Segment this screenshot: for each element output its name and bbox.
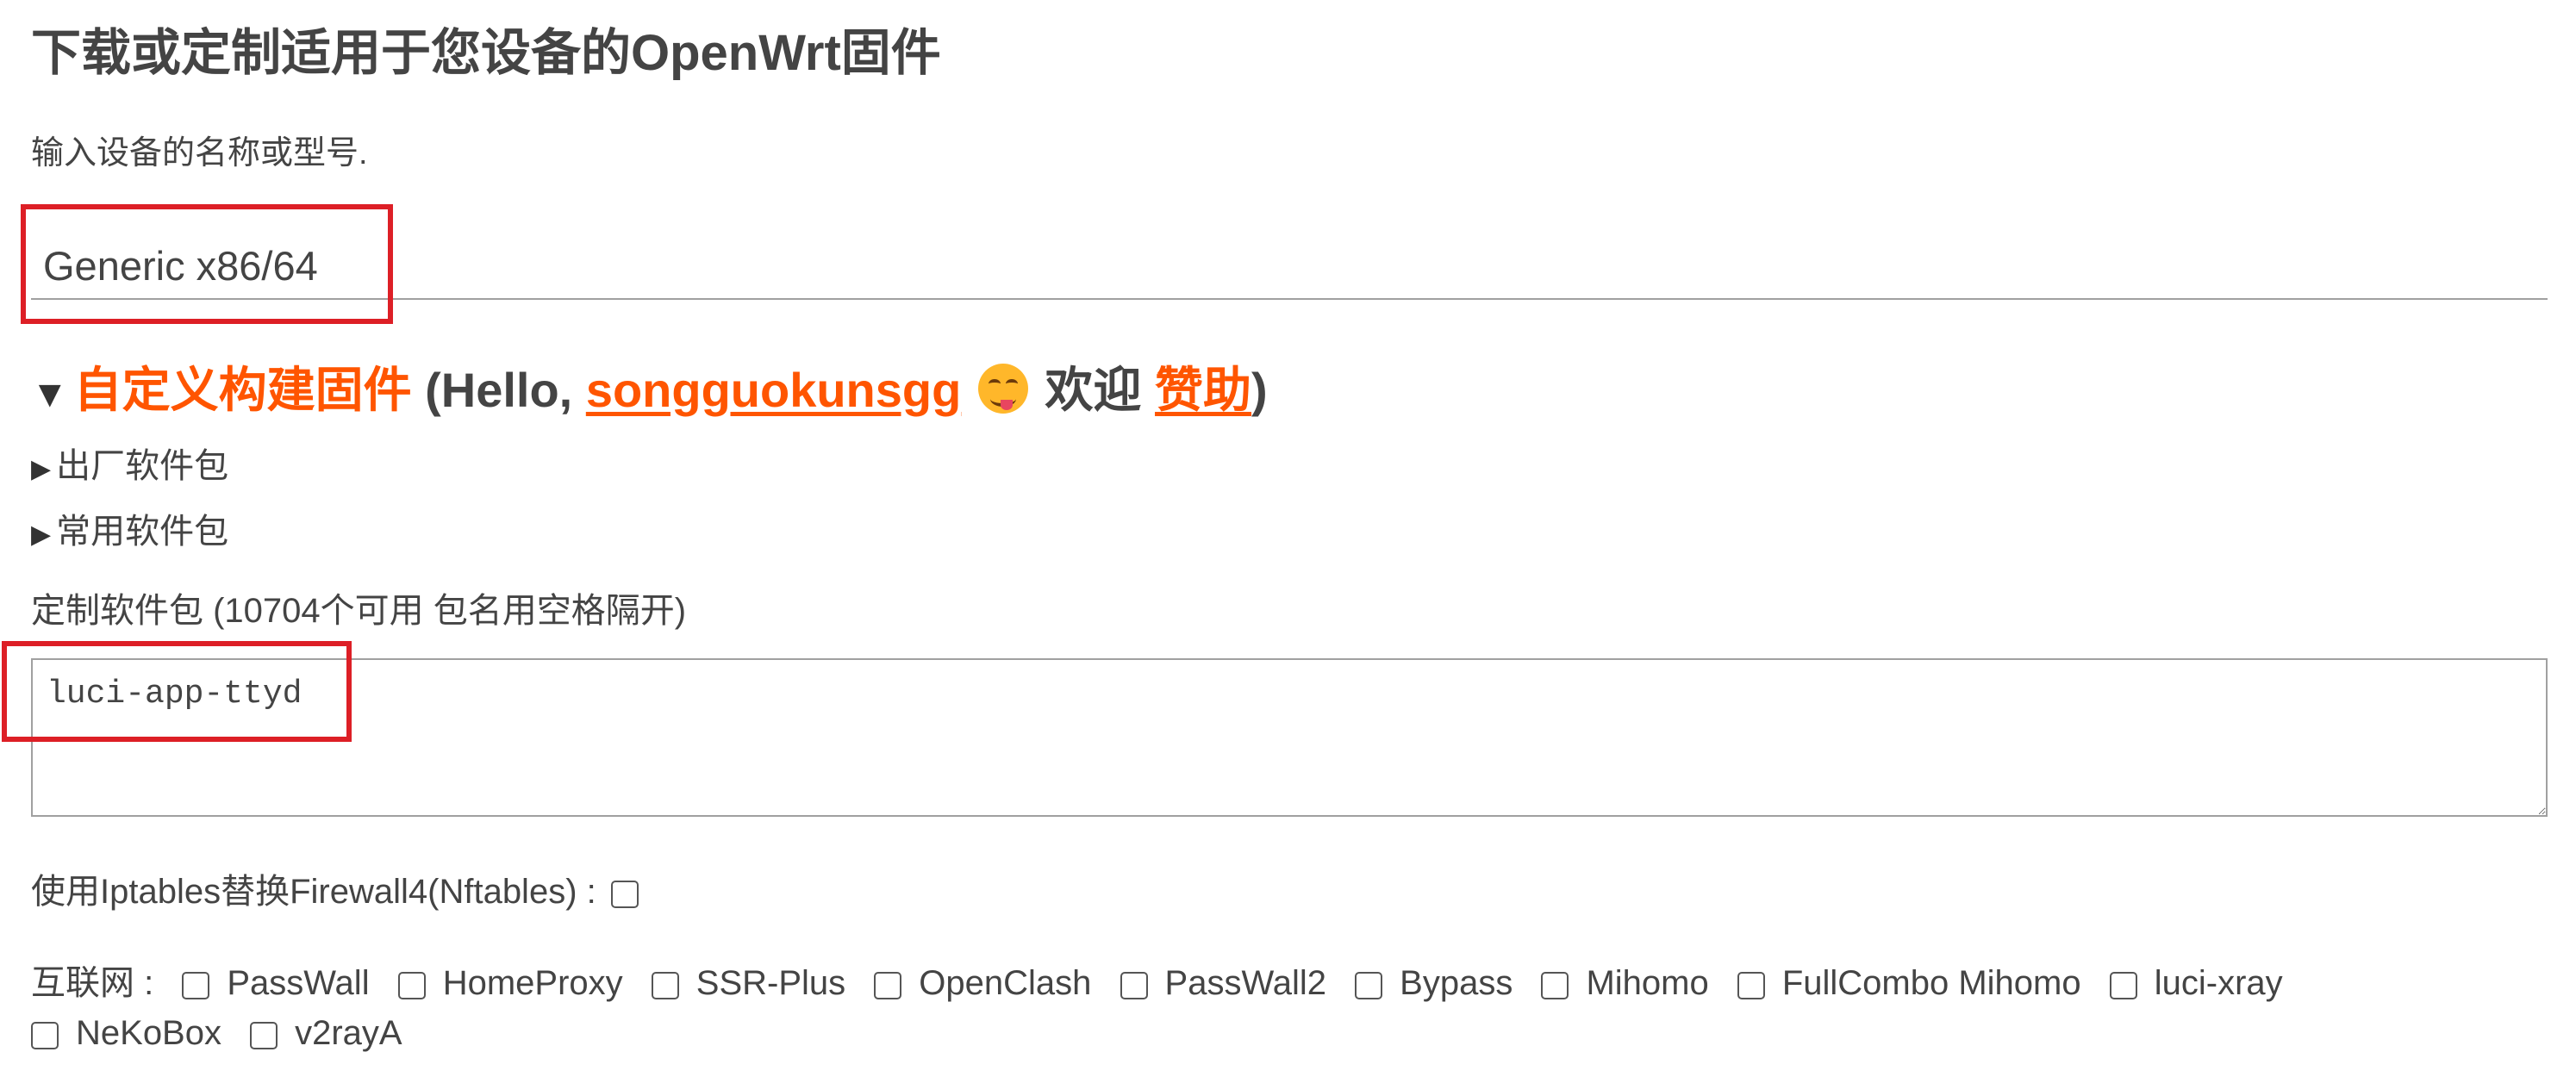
option-passwall[interactable]: PassWall bbox=[182, 958, 370, 1008]
mihomo-checkbox[interactable] bbox=[1541, 972, 1569, 999]
option-label: v2rayA bbox=[295, 1014, 402, 1052]
device-hint: 输入设备的名称或型号. bbox=[31, 135, 368, 171]
custom-build-summary[interactable]: ▼ 自定义构建固件 (Hello, songguokunsgg 欢迎 赞助) bbox=[31, 352, 1268, 421]
homeproxy-checkbox[interactable] bbox=[397, 972, 426, 999]
username-link[interactable]: songguokunsgg bbox=[586, 363, 962, 417]
common-packages-toggle[interactable]: ▶ 常用软件包 bbox=[31, 503, 228, 553]
v2raya-checkbox[interactable] bbox=[250, 1022, 278, 1049]
option-ssr-plus[interactable]: SSR-Plus bbox=[651, 958, 846, 1008]
factory-packages-toggle[interactable]: ▶ 出厂软件包 bbox=[31, 438, 228, 488]
firewall-label: 使用Iptables替换Firewall4(Nftables) : bbox=[31, 873, 596, 911]
option-label: HomeProxy bbox=[442, 964, 623, 1002]
custom-packages-textarea[interactable]: luci-app-ttyd bbox=[31, 658, 2548, 817]
triangle-right-icon: ▶ bbox=[31, 520, 52, 549]
custom-build-heading: 自定义构建固件 bbox=[73, 363, 412, 417]
luci-xray-checkbox[interactable] bbox=[2109, 972, 2137, 999]
ssr-plus-checkbox[interactable] bbox=[651, 972, 679, 999]
passwall-checkbox[interactable] bbox=[182, 972, 210, 999]
option-fullcombo-mihomo[interactable]: FullCombo Mihomo bbox=[1737, 958, 2081, 1008]
option-label: FullCombo Mihomo bbox=[1781, 964, 2081, 1002]
option-label: luci-xray bbox=[2154, 964, 2283, 1002]
option-label: Bypass bbox=[1400, 964, 1513, 1002]
greeting-prefix: (Hello, bbox=[425, 363, 573, 417]
option-v2raya[interactable]: v2rayA bbox=[250, 1008, 402, 1058]
firewall-option: 使用Iptables替换Firewall4(Nftables) : bbox=[31, 863, 639, 913]
welcome-text: 欢迎 bbox=[1045, 363, 1142, 417]
triangle-right-icon: ▶ bbox=[31, 455, 52, 483]
option-mihomo[interactable]: Mihomo bbox=[1541, 958, 1709, 1008]
option-nekobox[interactable]: NeKoBox bbox=[31, 1008, 221, 1058]
device-search-input[interactable] bbox=[31, 233, 2548, 300]
option-label: PassWall bbox=[227, 964, 370, 1002]
page-title: 下载或定制适用于您设备的OpenWrt固件 bbox=[31, 25, 941, 81]
option-label: OpenClash bbox=[919, 964, 1092, 1002]
custom-packages-label: 定制软件包 (10704个可用 包名用空格隔开) bbox=[31, 592, 687, 630]
option-label: SSR-Plus bbox=[695, 964, 846, 1002]
internet-label: 互联网 : bbox=[31, 964, 154, 1002]
option-label: NeKoBox bbox=[76, 1014, 221, 1052]
internet-options: 互联网 : PassWall HomeProxy SSR-Plus OpenCl… bbox=[31, 958, 2496, 1058]
triangle-down-icon: ▼ bbox=[31, 373, 69, 415]
fullcombo-mihomo-checkbox[interactable] bbox=[1737, 972, 1765, 999]
firewall-checkbox[interactable] bbox=[610, 881, 639, 908]
option-label: PassWall2 bbox=[1164, 964, 1327, 1002]
common-packages-label: 常用软件包 bbox=[56, 513, 229, 551]
smiling-face-with-tongue-icon bbox=[977, 364, 1028, 414]
option-label: Mihomo bbox=[1586, 964, 1709, 1002]
option-bypass[interactable]: Bypass bbox=[1355, 958, 1513, 1008]
bypass-checkbox[interactable] bbox=[1355, 972, 1383, 999]
nekobox-checkbox[interactable] bbox=[31, 1022, 59, 1049]
option-luci-xray[interactable]: luci-xray bbox=[2109, 958, 2283, 1008]
passwall2-checkbox[interactable] bbox=[1120, 972, 1148, 999]
sponsor-link[interactable]: 赞助 bbox=[1155, 363, 1251, 417]
close-paren: ) bbox=[1251, 363, 1268, 417]
openclash-checkbox[interactable] bbox=[874, 972, 902, 999]
option-openclash[interactable]: OpenClash bbox=[874, 958, 1091, 1008]
option-homeproxy[interactable]: HomeProxy bbox=[397, 958, 623, 1008]
factory-packages-label: 出厂软件包 bbox=[56, 447, 229, 485]
option-passwall2[interactable]: PassWall2 bbox=[1120, 958, 1326, 1008]
